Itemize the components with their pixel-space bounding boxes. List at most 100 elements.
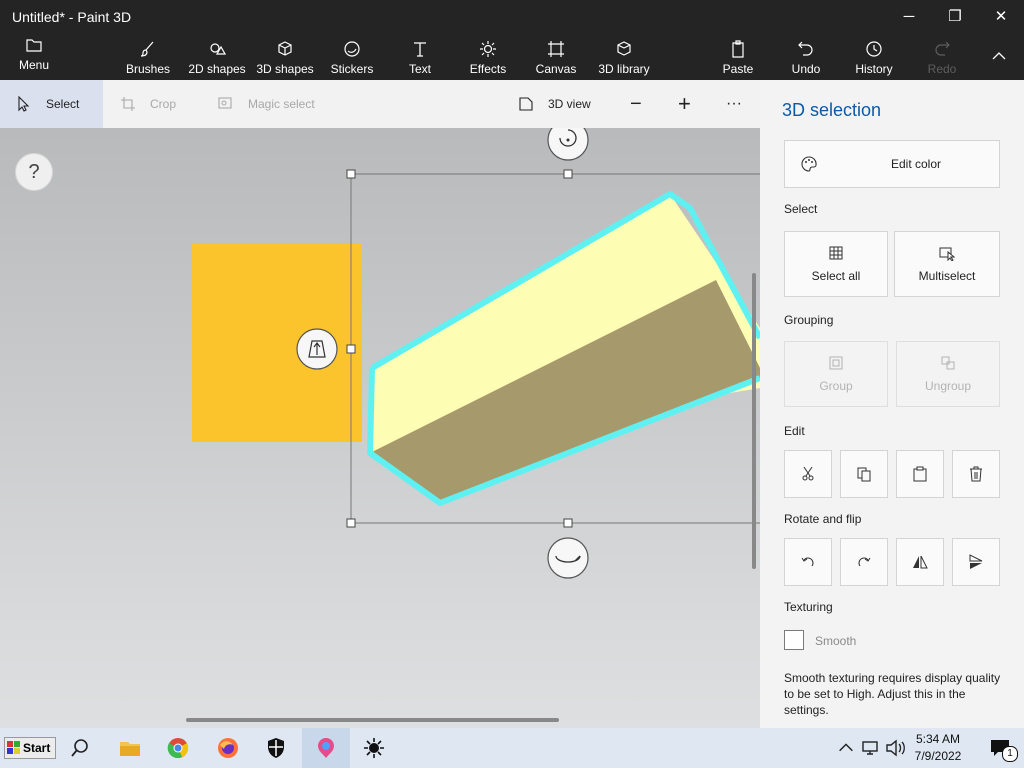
- window-title: Untitled* - Paint 3D: [12, 9, 132, 25]
- network-icon: [862, 741, 878, 755]
- close-button[interactable]: ✕: [978, 0, 1024, 32]
- sun-effects-icon: [480, 41, 496, 57]
- zoom-in-button[interactable]: +: [678, 80, 691, 128]
- volume-button[interactable]: [884, 728, 906, 768]
- vertical-scrollbar[interactable]: [752, 273, 756, 569]
- select-heading: Select: [784, 202, 818, 216]
- flip-horizontal-button[interactable]: [896, 538, 944, 586]
- resize-handle-bottom[interactable]: [563, 518, 573, 528]
- zoom-out-button[interactable]: −: [630, 80, 642, 128]
- canvas-tab[interactable]: Canvas: [534, 40, 578, 82]
- resize-handle-top-left[interactable]: [346, 169, 356, 179]
- resize-handle-left[interactable]: [346, 344, 356, 354]
- smooth-checkbox[interactable]: [784, 630, 804, 650]
- text-tab[interactable]: Text: [400, 40, 440, 82]
- rotate-right-button[interactable]: [840, 538, 888, 586]
- scissors-icon: [802, 466, 814, 481]
- select-tool-button[interactable]: Select: [0, 80, 103, 128]
- maximize-button[interactable]: ❐: [932, 0, 978, 32]
- paste-panel-button[interactable]: [896, 450, 944, 498]
- group-button[interactable]: Group: [784, 341, 888, 407]
- show-hidden-icons-button[interactable]: [836, 728, 856, 768]
- more-options-button[interactable]: ···: [726, 80, 742, 128]
- texturing-heading: Texturing: [784, 600, 833, 614]
- paste-icon: [913, 466, 927, 482]
- collapse-ribbon-button[interactable]: [976, 40, 1022, 72]
- paint3d-icon: [318, 738, 334, 758]
- paste-button[interactable]: Paste: [718, 40, 758, 82]
- resize-handle-bottom-left[interactable]: [346, 518, 356, 528]
- history-label: History: [855, 62, 893, 76]
- 2d-shapes-tab[interactable]: 2D shapes: [186, 40, 248, 82]
- speaker-icon: [886, 739, 905, 757]
- 2d-shapes-icon: [210, 43, 226, 55]
- rotate-top-handle-icon[interactable]: [547, 128, 589, 161]
- flip-vertical-icon: [969, 554, 983, 569]
- search-button[interactable]: [56, 728, 104, 768]
- crop-button[interactable]: Crop: [120, 80, 176, 128]
- folder-icon: [26, 39, 42, 52]
- brightness-button[interactable]: [350, 728, 398, 768]
- paint3d-taskbar-button[interactable]: [302, 728, 350, 768]
- canvas-icon: [548, 41, 564, 57]
- flip-vertical-button[interactable]: [952, 538, 1000, 586]
- clock-time: 5:34 AM: [915, 732, 961, 746]
- 3d-view-icon: [519, 97, 533, 111]
- start-button[interactable]: Start: [4, 737, 56, 759]
- 3d-shapes-tab[interactable]: 3D shapes: [254, 40, 316, 82]
- 3d-library-tab[interactable]: 3D library: [594, 40, 654, 82]
- chrome-icon: [167, 738, 189, 758]
- 3d-view-button[interactable]: 3D view: [518, 80, 591, 128]
- brushes-tab[interactable]: Brushes: [122, 40, 174, 82]
- text-icon: [414, 42, 426, 57]
- rotate-left-button[interactable]: [784, 538, 832, 586]
- resize-handle-top[interactable]: [563, 169, 573, 179]
- menu-button[interactable]: Menu: [12, 36, 56, 78]
- cursor-arrow-icon: [18, 96, 30, 112]
- history-button[interactable]: History: [852, 40, 896, 82]
- windows-taskbar: Start 5:34 AM 7/9/2022 1: [0, 728, 1024, 768]
- action-center-button[interactable]: 1: [976, 728, 1024, 768]
- redo-icon: [935, 41, 950, 56]
- security-icon: [268, 738, 284, 758]
- multiselect-icon: [939, 247, 955, 261]
- ungroup-button[interactable]: Ungroup: [896, 341, 1000, 407]
- clock[interactable]: 5:34 AM 7/9/2022: [908, 731, 968, 765]
- firefox-button[interactable]: [204, 728, 252, 768]
- network-button[interactable]: [860, 728, 882, 768]
- magic-select-button[interactable]: Magic select: [218, 80, 315, 128]
- 2d-shapes-label: 2D shapes: [188, 62, 246, 76]
- drawing-canvas[interactable]: ?: [0, 128, 760, 728]
- scene-svg: [192, 128, 760, 579]
- stickers-tab[interactable]: Stickers: [328, 40, 376, 82]
- tool-options-bar: Select Crop Magic select 3D view − + ···: [0, 80, 760, 128]
- undo-label: Undo: [791, 62, 821, 76]
- rotate-bottom-handle-icon[interactable]: [547, 537, 589, 579]
- cube-icon: [278, 41, 292, 56]
- paste-label: Paste: [722, 62, 754, 76]
- select-all-button[interactable]: Select all: [784, 231, 888, 297]
- clipboard-icon: [732, 40, 744, 58]
- undo-button[interactable]: Undo: [786, 40, 826, 82]
- chrome-button[interactable]: [154, 728, 202, 768]
- brushes-label: Brushes: [125, 62, 171, 76]
- security-button[interactable]: [252, 728, 300, 768]
- rotate-right-icon: [858, 557, 871, 567]
- magic-select-icon: [218, 97, 232, 109]
- minimize-button[interactable]: ─: [886, 0, 932, 32]
- cut-button[interactable]: [784, 450, 832, 498]
- panel-title: 3D selection: [782, 100, 882, 120]
- z-depth-handle-icon[interactable]: [296, 328, 338, 370]
- effects-tab[interactable]: Effects: [466, 40, 510, 82]
- file-explorer-button[interactable]: [106, 728, 154, 768]
- file-explorer-icon: [120, 742, 140, 756]
- redo-button[interactable]: Redo: [922, 40, 962, 82]
- search-icon: [71, 739, 88, 757]
- delete-button[interactable]: [952, 450, 1000, 498]
- horizontal-scrollbar[interactable]: [186, 718, 559, 722]
- select-all-grid-icon: [829, 246, 843, 260]
- copy-button[interactable]: [840, 450, 888, 498]
- edit-color-button[interactable]: Edit color: [784, 140, 1000, 188]
- chevron-up-tray-icon: [839, 743, 853, 752]
- multiselect-button[interactable]: Multiselect: [894, 231, 1000, 297]
